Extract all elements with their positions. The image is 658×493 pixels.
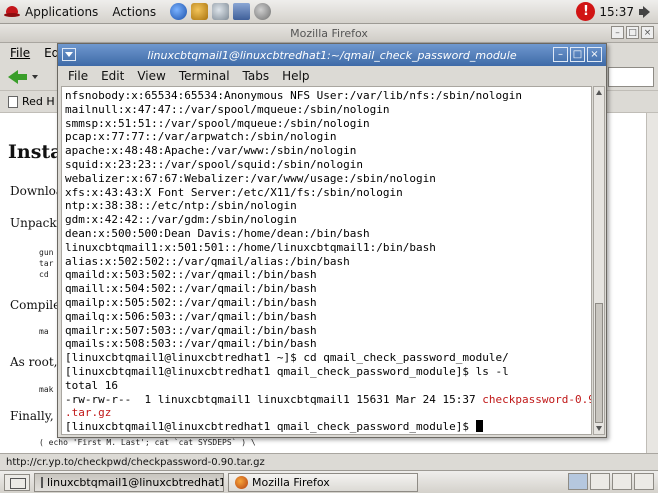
firefox-app-icon: [235, 475, 248, 489]
page-text-compile: Compile: [10, 298, 61, 312]
terminal-prompt: [linuxcbtqmail1@linuxcbtredhat1 qmail_ch…: [65, 420, 588, 434]
terminal-line: qmailq:x:506:503::/var/qmail:/bin/bash: [65, 309, 317, 323]
page-code-gun: gun: [39, 248, 54, 257]
terminal-menu-tabs[interactable]: Tabs: [243, 69, 270, 83]
firefox-menu-file[interactable]: File: [10, 46, 30, 60]
terminal-line: gdm:x:42:42::/var/gdm:/sbin/nologin: [65, 213, 297, 227]
document-launcher-icon[interactable]: [233, 3, 251, 20]
applications-menu[interactable]: Applications: [25, 5, 98, 19]
terminal-line: qmails:x:508:503::/var/qmail:/bin/bash: [65, 337, 317, 351]
terminal-line: [linuxcbtqmail1@linuxcbtredhat1 ~]$ cd q…: [65, 351, 509, 365]
terminal-line: qmaill:x:504:502::/var/qmail:/bin/bash: [65, 282, 317, 296]
workspace-switcher: [568, 473, 654, 490]
scrollbar-thumb[interactable]: [595, 303, 603, 423]
terminal-line: qmaild:x:503:502::/var/qmail:/bin/bash: [65, 268, 317, 282]
terminal-line: alias:x:502:502::/var/qmail/alias:/bin/b…: [65, 254, 350, 268]
prompt-text: [linuxcbtqmail1@linuxcbtredhat1 qmail_ch…: [65, 420, 476, 434]
terminal-line: total 16: [65, 378, 118, 392]
taskbar-terminal-button[interactable]: linuxcbtqmail1@linuxcbtredhat1:~/q: [34, 472, 224, 492]
terminal-line: linuxcbtqmail1:x:501:501::/home/linuxcbt…: [65, 240, 436, 254]
terminal-menu-help[interactable]: Help: [282, 69, 309, 83]
terminal-app-icon: [41, 476, 43, 488]
volume-icon[interactable]: [638, 5, 652, 19]
status-url: http://cr.yp.to/checkpwd/checkpassword-0…: [6, 456, 265, 468]
firefox-close-button[interactable]: ×: [641, 26, 654, 39]
workspace-1[interactable]: [568, 473, 588, 490]
scroll-down-icon[interactable]: [596, 426, 602, 431]
show-desktop-icon[interactable]: [4, 473, 30, 491]
terminal-title: linuxcbtqmail1@linuxcbtredhat1:~/qmail_c…: [147, 48, 517, 62]
firefox-maximize-button[interactable]: □: [626, 26, 639, 39]
terminal-titlebar[interactable]: linuxcbtqmail1@linuxcbtredhat1:~/qmail_c…: [58, 44, 606, 66]
terminal-line: qmailp:x:505:502::/var/qmail:/bin/bash: [65, 295, 317, 309]
email-launcher-icon[interactable]: [191, 3, 209, 20]
back-arrow-icon[interactable]: [8, 68, 28, 86]
terminal-menu-terminal[interactable]: Terminal: [179, 69, 230, 83]
desktop: Applications Actions ! 15:37 Mozilla Fir…: [0, 0, 658, 493]
page-text-asroot: As root,: [10, 355, 58, 369]
firefox-titlebar: Mozilla Firefox – □ ×: [0, 24, 658, 43]
firefox-scrollbar[interactable]: [646, 113, 658, 453]
page-code-echo: ( echo 'First M. Last'; cat `cat SYSDEPS…: [39, 438, 256, 447]
terminal-line: smmsp:x:51:51::/var/spool/mqueue:/sbin/n…: [65, 116, 370, 130]
page-code-cd: cd: [39, 270, 49, 279]
terminal-line: apache:x:48:48:Apache:/var/www:/sbin/nol…: [65, 144, 357, 158]
cursor: [475, 420, 483, 433]
terminal-line: qmailr:x:507:503::/var/qmail:/bin/bash: [65, 323, 317, 337]
terminal-line: ntp:x:38:38::/etc/ntp:/sbin/nologin: [65, 199, 297, 213]
page-code-tar: tar: [39, 259, 54, 268]
redhat-logo-icon: [4, 5, 20, 19]
bookmark-page-icon: [8, 95, 18, 108]
bookmark-redhat[interactable]: Red H: [22, 95, 55, 108]
terminal-menu-edit[interactable]: Edit: [101, 69, 124, 83]
terminal-line: pcap:x:77:77::/var/arpwatch:/sbin/nologi…: [65, 130, 337, 144]
firefox-minimize-button[interactable]: –: [611, 26, 624, 39]
terminal-line: squid:x:23:23::/var/spool/squid:/sbin/no…: [65, 157, 364, 171]
ls-entry-details: -rw-rw-r-- 1 linuxcbtqmail1 linuxcbtqmai…: [65, 392, 483, 406]
terminal-close-button[interactable]: ×: [587, 47, 602, 62]
terminal-minimize-button[interactable]: –: [553, 47, 568, 62]
firefox-statusbar: http://cr.yp.to/checkpwd/checkpassword-0…: [0, 453, 658, 470]
firefox-search-box[interactable]: [608, 67, 654, 87]
ls-entry-filename: checkpassword-0.90: [482, 392, 592, 406]
ls-entry-filename-wrap: .tar.gz: [65, 406, 112, 420]
actions-menu[interactable]: Actions: [112, 5, 156, 19]
taskbar-firefox-label: Mozilla Firefox: [252, 475, 330, 489]
terminal-screen[interactable]: nfsnobody:x:65534:65534:Anonymous NFS Us…: [61, 86, 592, 435]
settings-launcher-icon[interactable]: [254, 3, 272, 20]
terminal-window: linuxcbtqmail1@linuxcbtredhat1:~/qmail_c…: [57, 43, 607, 438]
taskbar-firefox-button[interactable]: Mozilla Firefox: [228, 472, 418, 492]
office-launcher-icon[interactable]: [212, 3, 230, 20]
terminal-ls-entry: -rw-rw-r-- 1 linuxcbtqmail1 linuxcbtqmai…: [65, 392, 591, 407]
page-code-make-setup: mak: [39, 385, 54, 394]
page-text-finally: Finally, s: [10, 409, 64, 423]
page-text-download: Downloa: [10, 184, 64, 198]
bottom-taskbar: linuxcbtqmail1@linuxcbtredhat1:~/q Mozil…: [0, 470, 658, 493]
back-history-dropdown-icon[interactable]: [32, 75, 38, 79]
terminal-line: webalizer:x:67:67:Webalizer:/var/www/usa…: [65, 171, 436, 185]
scroll-up-icon[interactable]: [596, 90, 602, 95]
terminal-menubar: File Edit View Terminal Tabs Help: [58, 66, 606, 86]
terminal-maximize-button[interactable]: □: [570, 47, 585, 62]
terminal-menu-view[interactable]: View: [137, 69, 165, 83]
taskbar-terminal-label: linuxcbtqmail1@linuxcbtredhat1:~/q: [47, 475, 223, 489]
terminal-line: dean:x:500:500:Dean Davis:/home/dean:/bi…: [65, 226, 370, 240]
web-browser-launcher-icon[interactable]: [170, 3, 188, 20]
firefox-title: Mozilla Firefox: [290, 26, 368, 40]
update-alert-icon[interactable]: !: [576, 2, 596, 21]
terminal-line: nfsnobody:x:65534:65534:Anonymous NFS Us…: [65, 89, 522, 102]
workspace-2[interactable]: [590, 473, 610, 490]
workspace-4[interactable]: [634, 473, 654, 490]
workspace-3[interactable]: [612, 473, 632, 490]
window-menu-icon[interactable]: [62, 48, 76, 61]
terminal-scrollbar[interactable]: [593, 86, 605, 435]
page-code-make: ma: [39, 327, 49, 336]
top-panel: Applications Actions ! 15:37: [0, 0, 658, 24]
terminal-menu-file[interactable]: File: [68, 69, 88, 83]
clock[interactable]: 15:37: [599, 5, 634, 19]
terminal-line: [linuxcbtqmail1@linuxcbtredhat1 qmail_ch…: [65, 364, 509, 378]
terminal-line: xfs:x:43:43:X Font Server:/etc/X11/fs:/s…: [65, 185, 403, 199]
terminal-line: mailnull:x:47:47::/var/spool/mqueue:/sbi…: [65, 102, 390, 116]
